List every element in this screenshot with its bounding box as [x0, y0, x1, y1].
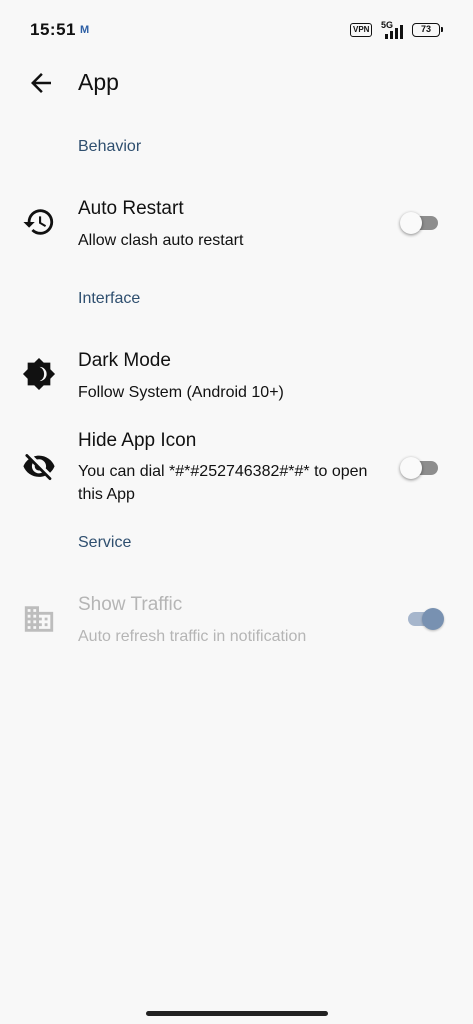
toggle-thumb [400, 457, 422, 479]
pref-summary: Auto refresh traffic in notification [78, 628, 307, 645]
pref-summary: Follow System (Android 10+) [78, 384, 284, 401]
page-title: App [78, 69, 119, 95]
pref-dark-mode[interactable]: Dark Mode Follow System (Android 10+) [0, 350, 473, 405]
show-traffic-toggle[interactable] [400, 608, 444, 630]
domain-icon [24, 606, 54, 632]
battery-icon: 73 [412, 23, 443, 37]
pref-hide-app-icon[interactable]: Hide App Icon You can dial *#*#252746382… [0, 430, 473, 510]
hide-app-icon-toggle[interactable] [400, 457, 438, 479]
pref-summary: Allow clash auto restart [78, 232, 244, 249]
app-bar: App [0, 62, 473, 106]
pref-title: Hide App Icon [78, 430, 197, 451]
vpn-badge: VPN [350, 23, 373, 37]
pref-summary: You can dial *#*#252746382#*#* to open t… [78, 463, 368, 503]
pref-title: Show Traffic [78, 594, 183, 615]
history-icon [23, 209, 54, 235]
status-bar: 15:51 M VPN 5G 73 [0, 0, 473, 62]
section-header-interface: Interface [78, 290, 141, 307]
pref-auto-restart[interactable]: Auto Restart Allow clash auto restart [0, 198, 473, 258]
pref-title: Dark Mode [78, 350, 171, 371]
auto-restart-toggle[interactable] [400, 212, 438, 234]
status-time: 15:51 [30, 20, 76, 39]
section-header-behavior: Behavior [78, 138, 142, 155]
signal-icon [385, 25, 403, 39]
mail-notification-icon: M [80, 24, 90, 36]
visibility-off-icon [23, 454, 55, 481]
gesture-nav-handle[interactable] [146, 1011, 328, 1016]
section-header-service: Service [78, 534, 132, 551]
pref-show-traffic[interactable]: Show Traffic Auto refresh traffic in not… [0, 594, 473, 654]
toggle-thumb [422, 608, 444, 630]
toggle-thumb [400, 212, 422, 234]
brightness-icon [22, 357, 56, 391]
arrow-back-icon[interactable] [26, 68, 56, 98]
pref-title: Auto Restart [78, 198, 184, 219]
